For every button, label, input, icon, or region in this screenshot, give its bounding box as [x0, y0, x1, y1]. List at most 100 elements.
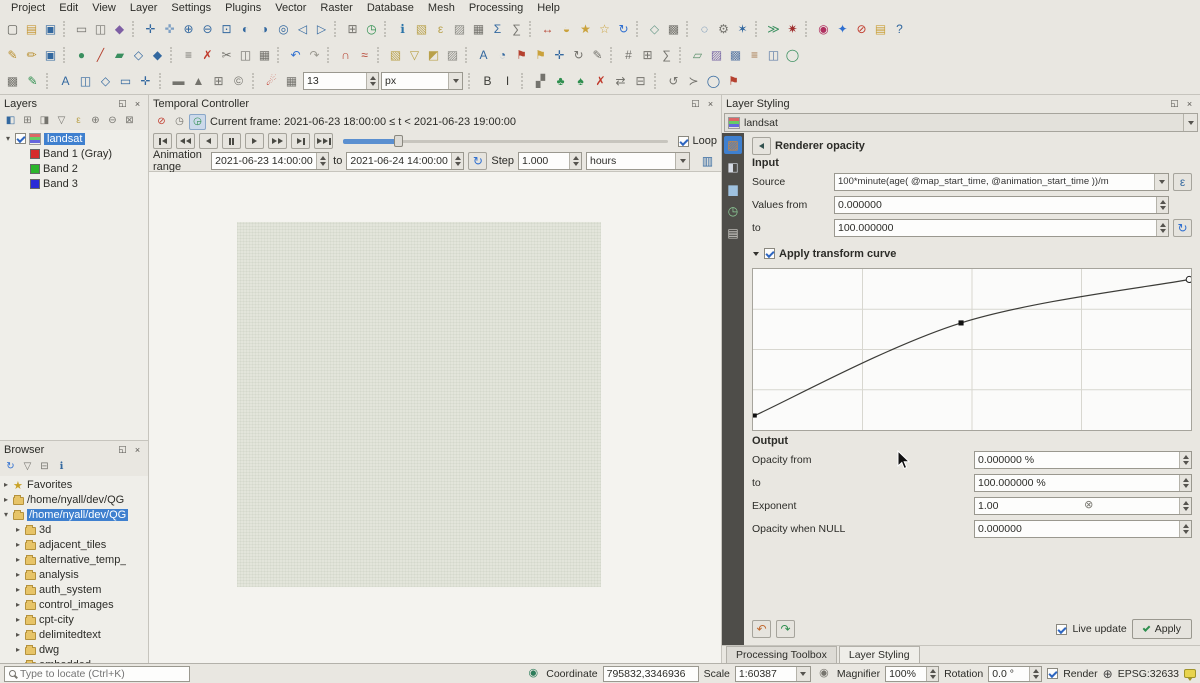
float-panel-icon[interactable]: ◱ — [1168, 97, 1181, 110]
chevron-down-icon[interactable] — [1183, 114, 1197, 131]
menu-help[interactable]: Help — [530, 1, 567, 15]
redo-icon[interactable]: ↷ — [305, 45, 324, 65]
expander-icon[interactable]: ▸ — [2, 480, 10, 489]
zoom-full-icon[interactable]: ⊡ — [217, 19, 236, 39]
new-shapefile-layer-icon[interactable]: ◇ — [645, 19, 664, 39]
float-panel-icon[interactable]: ◱ — [689, 97, 702, 110]
raster-calculator-icon[interactable]: # — [619, 45, 638, 65]
clear-field-icon[interactable]: ⊗ — [1082, 500, 1095, 511]
menu-project[interactable]: Project — [4, 1, 52, 15]
add-wms-layer-icon[interactable]: ◯ — [783, 45, 802, 65]
marker-annotation-icon[interactable]: ☄ — [262, 71, 281, 91]
skip-to-start-button[interactable] — [153, 133, 172, 149]
expander-icon[interactable]: ▸ — [14, 660, 22, 663]
expander-icon[interactable]: ▸ — [14, 585, 22, 594]
collapse-browser-icon[interactable]: ⊟ — [36, 459, 53, 475]
menu-vector[interactable]: Vector — [268, 1, 313, 15]
values-to-field[interactable]: 100.000000 — [834, 219, 1169, 237]
zoom-next-icon[interactable]: ▷ — [312, 19, 331, 39]
filter-browser-icon[interactable]: ▽ — [19, 459, 36, 475]
menu-view[interactable]: View — [85, 1, 123, 15]
swap-layers-icon[interactable]: ⇄ — [611, 71, 630, 91]
add-vector-layer-icon[interactable]: ▱ — [688, 45, 707, 65]
enable-snapping-icon[interactable]: ∩ — [336, 45, 355, 65]
rotation-field[interactable]: 0.0 ° — [988, 666, 1042, 682]
expander-icon[interactable]: ▸ — [14, 645, 22, 654]
globe-icon[interactable]: ◯ — [704, 71, 723, 91]
browser-item-embedded[interactable]: ▸ embedded_... — [0, 657, 148, 663]
live-update-checkbox[interactable] — [1056, 624, 1067, 635]
curve-svg[interactable] — [753, 269, 1191, 430]
menu-layer[interactable]: Layer — [123, 1, 165, 15]
zoom-to-selection-icon[interactable]: ◐ — [236, 19, 255, 39]
messages-icon[interactable] — [1184, 669, 1196, 678]
layer-visibility-checkbox[interactable] — [15, 133, 26, 144]
add-polygon-feature-icon[interactable]: ▰ — [110, 45, 129, 65]
pin-labels-icon[interactable]: ⚑ — [512, 45, 531, 65]
load-values-button[interactable]: ↻ — [1173, 219, 1192, 237]
expander-icon[interactable]: ▸ — [14, 630, 22, 639]
annotation-layer-icon[interactable]: ✎ — [23, 71, 42, 91]
spin-buttons[interactable] — [1179, 475, 1191, 491]
new-bookmark-icon[interactable]: ★ — [576, 19, 595, 39]
add-delimited-text-icon[interactable]: ≡ — [745, 45, 764, 65]
measure-line-icon[interactable]: ↔ — [538, 19, 557, 39]
histogram-tab-icon[interactable]: ▆ — [724, 180, 742, 198]
slider-handle[interactable] — [394, 135, 403, 147]
filter-legend-icon[interactable]: ▽ — [53, 113, 70, 129]
expander-icon[interactable]: ▸ — [2, 495, 10, 504]
map-tips-icon[interactable]: ◒ — [557, 19, 576, 39]
zoom-native-icon[interactable]: ◎ — [274, 19, 293, 39]
chevron-down-icon[interactable] — [1154, 174, 1168, 190]
browser-item-delimitedtext[interactable]: ▸ delimitedtext — [0, 627, 148, 642]
opacity-to-field[interactable]: 100.000000 % — [974, 474, 1192, 492]
source-expression-combo[interactable]: 100*minute(age( @map_start_time, @animat… — [834, 173, 1169, 191]
multiedit-attributes-icon[interactable]: ≡ — [179, 45, 198, 65]
scale-bar-icon[interactable]: ▬ — [169, 71, 188, 91]
float-panel-icon[interactable]: ◱ — [116, 443, 129, 456]
menu-raster[interactable]: Raster — [313, 1, 359, 15]
expander-icon[interactable]: ▸ — [14, 600, 22, 609]
refresh-browser-icon[interactable]: ↻ — [2, 459, 19, 475]
copyright-decoration-icon[interactable]: © — [229, 71, 248, 91]
temporal-nav-off-icon[interactable]: ⊘ — [153, 114, 170, 130]
step-unit-combo[interactable]: hours — [586, 152, 690, 170]
step-back-button[interactable] — [176, 133, 195, 149]
temporal-tab-icon[interactable]: ◷ — [724, 202, 742, 220]
attributes-table-icon[interactable]: ▦ — [282, 71, 301, 91]
spin-buttons[interactable] — [1179, 498, 1191, 514]
move-label-icon[interactable]: ✛ — [550, 45, 569, 65]
magnifier-field[interactable]: 100% — [885, 666, 939, 682]
pan-map-icon[interactable]: ✛ — [141, 19, 160, 39]
zoom-to-layer-icon[interactable]: ◑ — [255, 19, 274, 39]
new-map-view-icon[interactable]: ⊞ — [343, 19, 362, 39]
history-icon[interactable]: ↺ — [664, 71, 683, 91]
menu-mesh[interactable]: Mesh — [421, 1, 462, 15]
add-line-feature-icon[interactable]: ╱ — [91, 45, 110, 65]
add-raster-layer-icon[interactable]: ▨ — [707, 45, 726, 65]
browser-item-cpt-city[interactable]: ▸ cpt-city — [0, 612, 148, 627]
step-field[interactable]: 1.000 — [518, 152, 582, 170]
play-forward-button[interactable] — [245, 133, 264, 149]
spin-buttons[interactable] — [926, 667, 938, 681]
expander-icon[interactable]: ▸ — [14, 570, 22, 579]
osm-search-icon[interactable]: ◉ — [814, 19, 833, 39]
add-mesh-layer-icon[interactable]: ▩ — [726, 45, 745, 65]
refresh-map-icon[interactable]: ↻ — [614, 19, 633, 39]
form-annotation-icon[interactable]: ▭ — [116, 71, 135, 91]
animated-nav-icon[interactable]: ◶ — [189, 114, 206, 130]
show-bookmarks-icon[interactable]: ☆ — [595, 19, 614, 39]
enable-tracing-icon[interactable]: ≈ — [355, 45, 374, 65]
close-panel-icon[interactable]: × — [704, 97, 717, 110]
style-manager-icon[interactable]: ◆ — [110, 19, 129, 39]
zoom-last-icon[interactable]: ◁ — [293, 19, 312, 39]
statistics-panel-icon[interactable]: ∑ — [507, 19, 526, 39]
spin-buttons[interactable] — [569, 153, 581, 169]
menu-processing[interactable]: Processing — [462, 1, 530, 15]
chevron-down-icon[interactable] — [796, 667, 810, 681]
zoom-in-icon[interactable]: ⊕ — [179, 19, 198, 39]
spin-buttons[interactable] — [1156, 220, 1168, 236]
chevron-down-icon[interactable] — [675, 153, 689, 169]
pin-icon[interactable]: ⚑ — [724, 71, 743, 91]
expander-icon[interactable]: ▸ — [14, 555, 22, 564]
